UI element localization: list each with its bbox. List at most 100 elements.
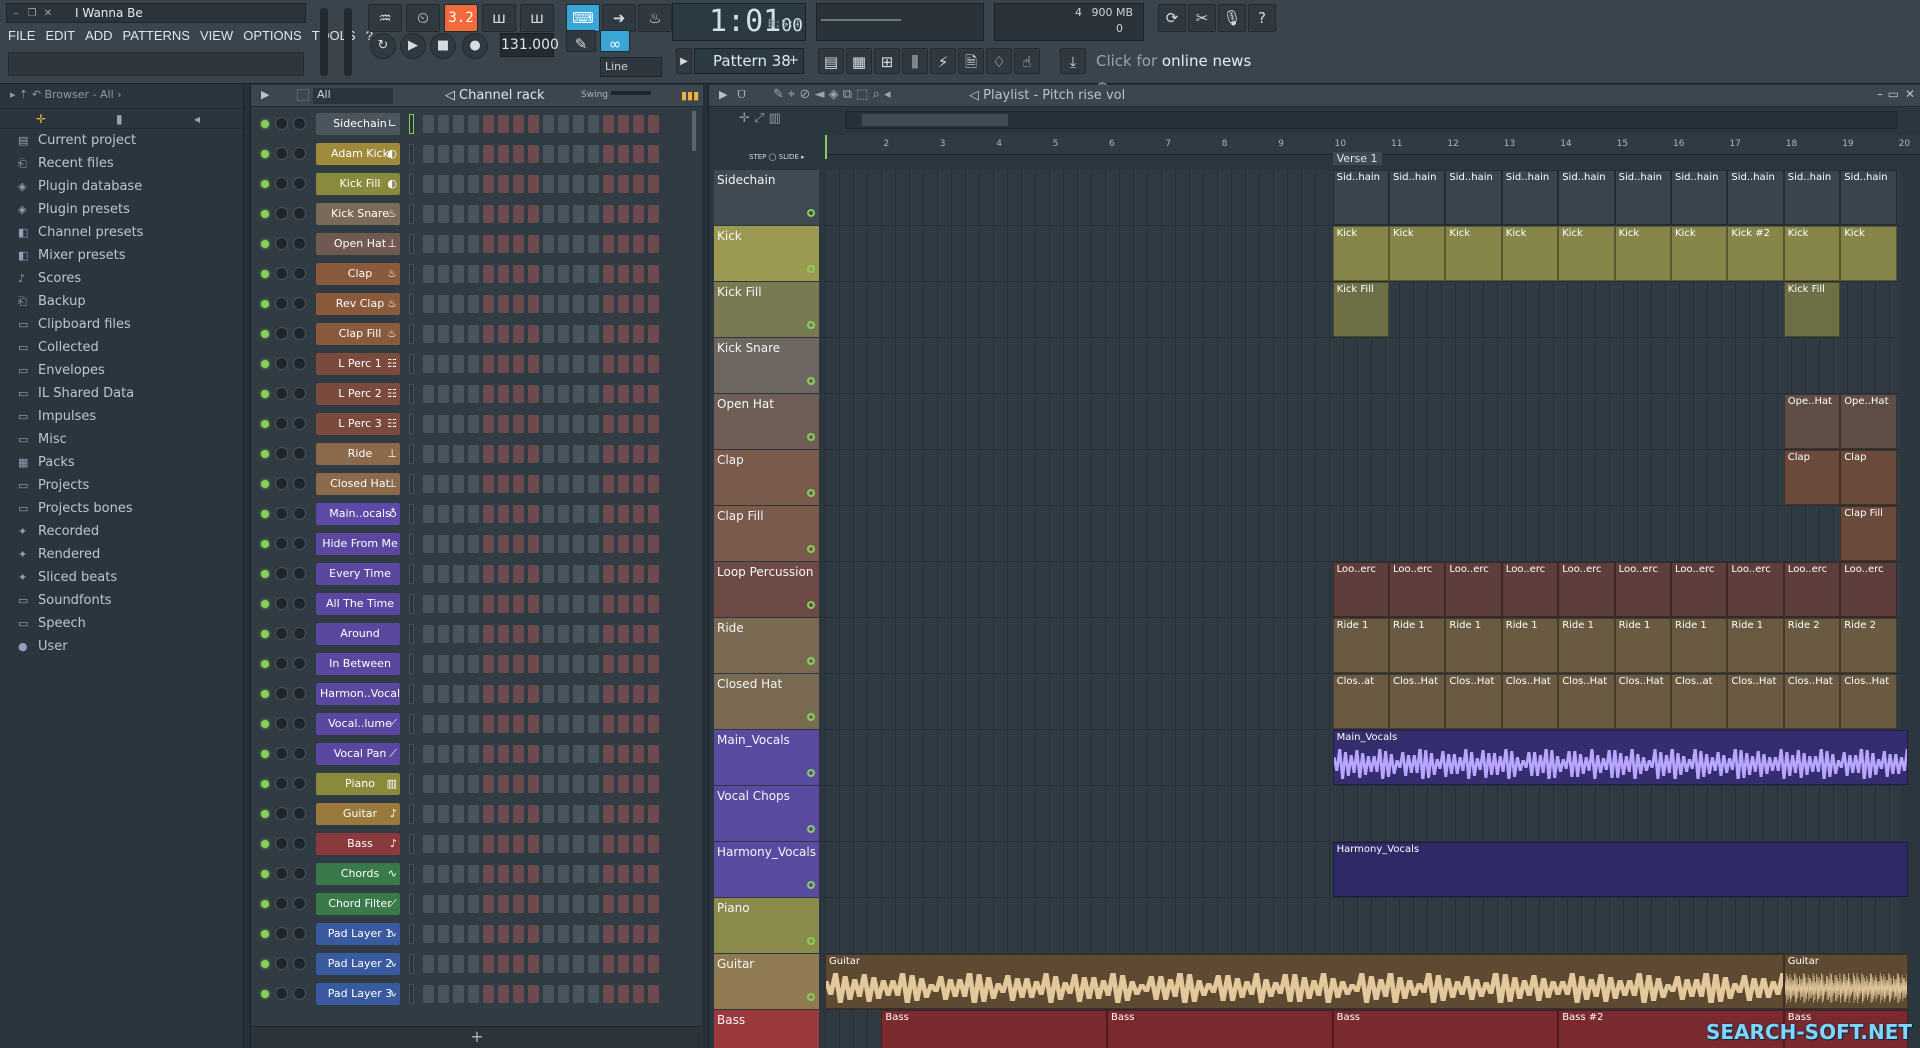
step-button[interactable] xyxy=(423,565,434,583)
step-button[interactable] xyxy=(483,835,494,853)
playlist-clip[interactable]: Clos..Hat xyxy=(1727,674,1784,729)
step-button[interactable] xyxy=(498,925,509,943)
step-button[interactable] xyxy=(423,715,434,733)
track-header[interactable]: Bass xyxy=(714,1010,819,1048)
touch-keyboard-button[interactable]: ☝ xyxy=(1014,48,1040,74)
step-button[interactable] xyxy=(453,805,464,823)
browser-item[interactable]: ♪ Scores xyxy=(0,267,243,290)
minimize-icon[interactable]: – xyxy=(9,7,23,20)
step-button[interactable] xyxy=(468,955,479,973)
step-button[interactable] xyxy=(648,265,659,283)
channel-button[interactable]: Harmon..Vocals xyxy=(316,683,400,705)
step-button[interactable] xyxy=(558,865,569,883)
step-edit-button[interactable]: ш xyxy=(482,4,516,32)
step-button[interactable] xyxy=(618,775,629,793)
step-button[interactable] xyxy=(423,655,434,673)
step-button[interactable] xyxy=(588,175,599,193)
channel-pan-knob[interactable] xyxy=(275,567,288,580)
step-button[interactable] xyxy=(468,985,479,1003)
step-button[interactable] xyxy=(603,955,614,973)
channel-button[interactable]: Pad Layer 2 ∿ xyxy=(316,953,400,975)
channel-button[interactable]: Rev Clap ♨ xyxy=(316,293,400,315)
step-button[interactable] xyxy=(438,745,449,763)
step-button[interactable] xyxy=(558,415,569,433)
step-button[interactable] xyxy=(468,745,479,763)
step-button[interactable] xyxy=(633,685,644,703)
step-button[interactable] xyxy=(573,265,584,283)
step-button[interactable] xyxy=(453,865,464,883)
channel-pan-knob[interactable] xyxy=(275,717,288,730)
channel-volume-knob[interactable] xyxy=(293,837,306,850)
step-button[interactable] xyxy=(648,865,659,883)
channel-mute-led[interactable] xyxy=(261,180,269,188)
step-button[interactable] xyxy=(453,115,464,133)
step-button[interactable] xyxy=(603,895,614,913)
step-button[interactable] xyxy=(528,565,539,583)
browser-item[interactable]: ▭ Projects xyxy=(0,474,243,497)
menu-file[interactable]: FILE xyxy=(8,28,35,43)
step-button[interactable] xyxy=(423,595,434,613)
step-button[interactable] xyxy=(558,115,569,133)
step-button[interactable] xyxy=(558,265,569,283)
step-button[interactable] xyxy=(633,475,644,493)
step-button[interactable] xyxy=(468,685,479,703)
rack-menu-icon[interactable]: ▶ xyxy=(261,88,269,101)
step-button[interactable] xyxy=(543,715,554,733)
step-button[interactable] xyxy=(423,145,434,163)
playlist-clip[interactable]: Clos..Hat xyxy=(1783,674,1841,729)
step-button[interactable] xyxy=(438,835,449,853)
step-button[interactable] xyxy=(438,385,449,403)
step-button[interactable] xyxy=(573,535,584,553)
step-button[interactable] xyxy=(573,565,584,583)
playlist-clip[interactable]: Kick xyxy=(1332,226,1389,281)
channel-volume-knob[interactable] xyxy=(293,717,306,730)
step-button[interactable] xyxy=(543,565,554,583)
channel-pan-knob[interactable] xyxy=(275,537,288,550)
playlist-clip[interactable]: Kick xyxy=(1558,226,1615,281)
channel-mute-led[interactable] xyxy=(261,540,269,548)
step-button[interactable] xyxy=(468,115,479,133)
step-button[interactable] xyxy=(483,115,494,133)
channel-volume-knob[interactable] xyxy=(293,897,306,910)
step-button[interactable] xyxy=(558,355,569,373)
record-button[interactable]: ● xyxy=(462,33,488,59)
channel-mute-led[interactable] xyxy=(261,120,269,128)
step-button[interactable] xyxy=(453,145,464,163)
playlist-clip[interactable]: Loo..erc xyxy=(1671,562,1728,617)
step-button[interactable] xyxy=(588,895,599,913)
channel-pan-knob[interactable] xyxy=(275,417,288,430)
channel-volume-knob[interactable] xyxy=(293,507,306,520)
zoom-tools[interactable]: ✛ ⤢ ▥ xyxy=(739,111,781,126)
step-button[interactable] xyxy=(453,295,464,313)
step-button[interactable] xyxy=(423,265,434,283)
step-button[interactable] xyxy=(468,475,479,493)
step-button[interactable] xyxy=(498,535,509,553)
playlist-clip[interactable]: Sid..hain xyxy=(1840,170,1897,225)
track-header[interactable]: Clap Fill xyxy=(714,506,819,561)
step-button[interactable] xyxy=(498,715,509,733)
step-button[interactable] xyxy=(603,145,614,163)
restore-icon[interactable]: ❐ xyxy=(25,7,39,20)
step-button[interactable] xyxy=(573,625,584,643)
playhead[interactable] xyxy=(825,135,827,159)
playlist-clip[interactable]: Loo..erc xyxy=(1727,562,1784,617)
pattern-selector[interactable]: Pattern 38 + xyxy=(694,48,804,74)
step-button[interactable] xyxy=(618,445,629,463)
step-button[interactable] xyxy=(498,835,509,853)
step-button[interactable] xyxy=(438,565,449,583)
piano-roll-button[interactable]: ▦ xyxy=(846,48,872,74)
step-button[interactable] xyxy=(603,325,614,343)
channel-pan-knob[interactable] xyxy=(275,747,288,760)
channel-select[interactable] xyxy=(409,324,414,344)
step-button[interactable] xyxy=(483,295,494,313)
playlist-clip[interactable]: Loo..erc xyxy=(1614,562,1671,617)
step-button[interactable] xyxy=(438,265,449,283)
browser-item[interactable]: ⎗ Recent files xyxy=(0,152,243,175)
step-button[interactable] xyxy=(453,775,464,793)
track-mute-led[interactable] xyxy=(807,825,815,833)
browser-item[interactable]: ▭ Envelopes xyxy=(0,359,243,382)
step-button[interactable] xyxy=(468,145,479,163)
step-button[interactable] xyxy=(603,475,614,493)
step-button[interactable] xyxy=(573,325,584,343)
track-lane[interactable]: Loo..erc Loo..erc Loo..erc Loo..erc Loo..erc… xyxy=(825,562,1901,618)
